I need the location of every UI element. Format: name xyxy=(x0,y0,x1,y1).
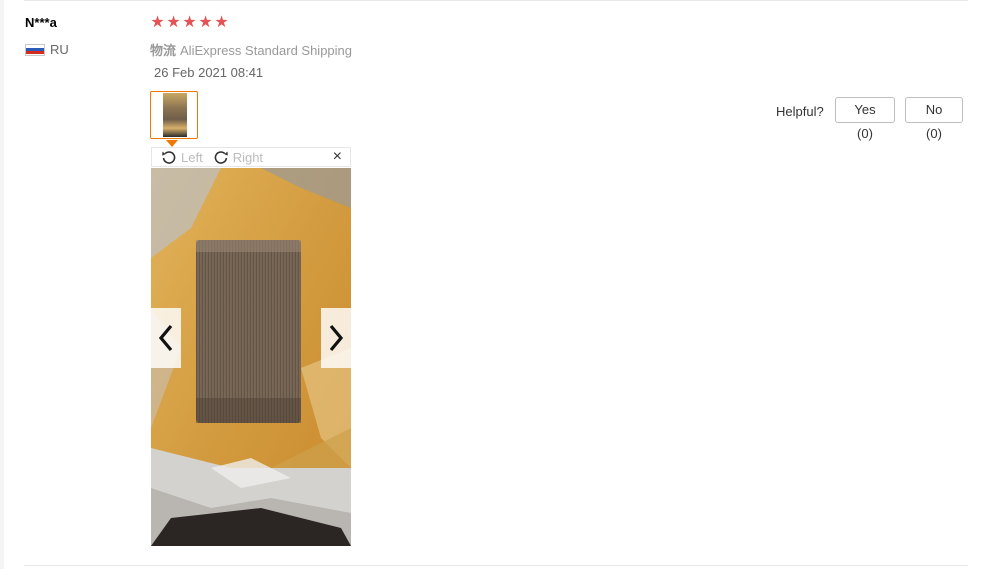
review-photo xyxy=(151,168,351,546)
rotate-left-label: Left xyxy=(181,149,203,165)
divider-bottom xyxy=(24,565,968,566)
chevron-right-icon xyxy=(329,324,344,352)
helpful-label: Helpful? xyxy=(776,104,824,119)
rotate-right-icon xyxy=(214,151,228,164)
flag-ru-icon xyxy=(25,43,45,56)
previous-photo-button[interactable] xyxy=(151,308,181,368)
rotate-left-button[interactable]: Left xyxy=(161,149,203,165)
image-viewer-toolbar: Left Right × xyxy=(151,147,351,167)
shipping-info: 物流 AliExpress Standard Shipping xyxy=(150,40,352,59)
reviewer-name: N***a xyxy=(25,15,57,30)
divider-top xyxy=(24,0,968,1)
country-code: RU xyxy=(50,42,69,57)
helpful-no-button[interactable]: No (0) xyxy=(905,97,963,141)
review-photo-thumbnail[interactable] xyxy=(150,91,198,139)
star-icon: ★ xyxy=(214,14,229,31)
star-icon: ★ xyxy=(166,14,181,31)
rating-stars: ★ ★ ★ ★ ★ xyxy=(150,14,229,32)
rotate-right-label: Right xyxy=(232,149,264,165)
close-icon[interactable]: × xyxy=(333,149,342,165)
review-date: 26 Feb 2021 08:41 xyxy=(154,65,264,80)
reviewer-country: RU xyxy=(25,42,69,57)
next-photo-button[interactable] xyxy=(321,308,351,368)
star-icon: ★ xyxy=(198,14,213,31)
rotate-left-icon xyxy=(162,151,176,164)
star-icon: ★ xyxy=(150,14,165,31)
thumbnail-pointer xyxy=(166,140,178,147)
shipping-label: 物流 xyxy=(150,43,177,58)
chevron-left-icon xyxy=(158,324,173,352)
shipping-method: AliExpress Standard Shipping xyxy=(180,43,353,58)
helpful-yes-button[interactable]: Yes (0) xyxy=(835,97,895,141)
thumbnail-image xyxy=(163,93,187,137)
page-left-edge xyxy=(0,0,4,569)
rotate-right-button[interactable]: Right xyxy=(213,149,263,165)
star-icon: ★ xyxy=(182,14,197,31)
